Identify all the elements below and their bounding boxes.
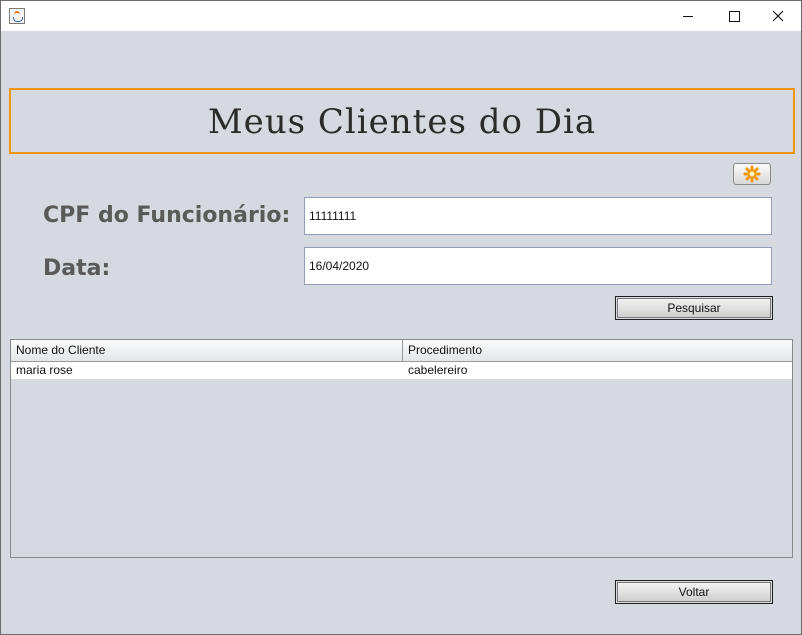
back-button-label: Voltar [617,582,771,602]
column-header-procedure[interactable]: Procedimento [403,340,792,361]
date-input[interactable]: 16/04/2020 [304,247,772,285]
table-header: Nome do Cliente Procedimento [11,340,792,362]
minimize-icon [683,15,693,17]
cell-client-name: maria rose [16,363,73,377]
close-icon [772,10,784,22]
back-button[interactable]: Voltar [615,580,773,604]
maximize-icon [728,10,740,22]
date-label: Data: [43,256,111,281]
search-button-label: Pesquisar [617,298,771,318]
search-button[interactable]: Pesquisar [615,296,773,320]
cpf-input[interactable]: 11111111 [304,197,772,235]
cell-procedure: cabelereiro [408,363,468,377]
table-row[interactable]: maria rose cabelereiro [11,362,792,379]
cpf-label: CPF do Funcionário: [43,203,291,228]
close-button[interactable] [755,1,801,31]
asterisk-icon [743,165,761,183]
app-window: Meus Clientes do Dia CPF do Funcionário:… [0,0,802,635]
title-bar[interactable] [1,1,801,31]
java-app-icon [9,8,25,24]
clients-table[interactable]: Nome do Cliente Procedimento maria rose … [10,339,793,558]
clear-button[interactable] [733,163,771,185]
maximize-button[interactable] [711,1,757,31]
title-banner: Meus Clientes do Dia [9,88,795,154]
minimize-button[interactable] [665,1,711,31]
page-title: Meus Clientes do Dia [207,102,597,142]
column-header-client-name[interactable]: Nome do Cliente [11,340,403,361]
